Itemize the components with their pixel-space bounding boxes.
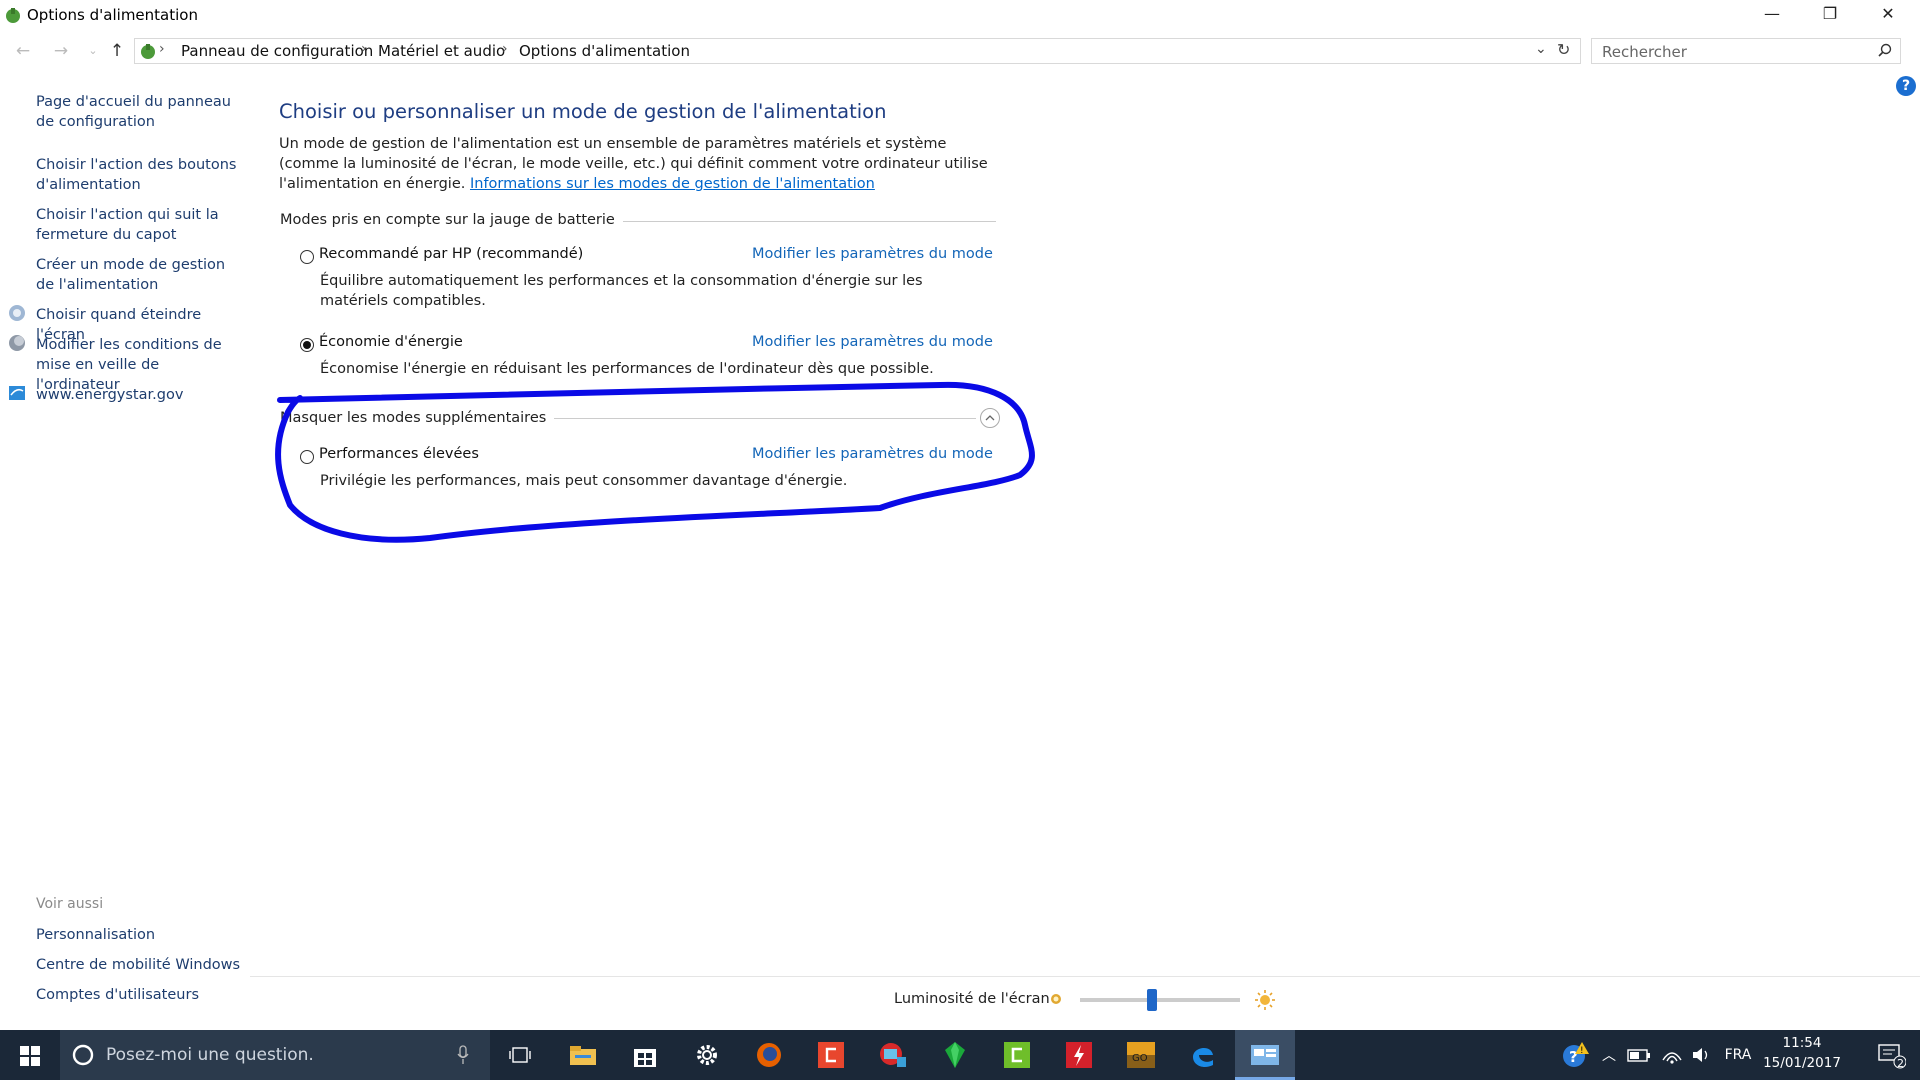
- minimize-button[interactable]: —: [1743, 0, 1801, 30]
- sidebar-link-create-plan[interactable]: Créer un mode de gestion de l'alimentati…: [36, 255, 246, 295]
- flash-icon[interactable]: [1049, 1030, 1109, 1080]
- action-center-icon[interactable]: 2: [1866, 1030, 1916, 1080]
- plan-settings-link-high-performance[interactable]: Modifier les paramètres du mode: [752, 446, 993, 462]
- app-red-icon[interactable]: [801, 1030, 861, 1080]
- brightness-label: Luminosité de l'écran :: [894, 991, 1060, 1007]
- sleep-moon-icon: [9, 335, 25, 351]
- breadcrumb-separator: ›: [361, 41, 367, 57]
- search-icon[interactable]: [1878, 43, 1892, 57]
- help-tray-icon[interactable]: ?!: [1558, 1030, 1592, 1080]
- breadcrumb-separator: ›: [502, 41, 508, 57]
- task-view-icon[interactable]: [490, 1030, 550, 1080]
- breadcrumb-separator: ›: [159, 41, 165, 57]
- plan-desc-power-saver: Économise l'énergie en réduisant les per…: [320, 361, 934, 377]
- power-options-icon: [6, 8, 20, 23]
- cortana-icon: [72, 1044, 94, 1066]
- address-bar[interactable]: › Panneau de configuration › Matériel et…: [134, 38, 1581, 64]
- start-button[interactable]: [0, 1030, 60, 1080]
- see-also-user-accounts[interactable]: Comptes d'utilisateurs: [36, 985, 246, 1005]
- plan-desc-high-performance: Privilégie les performances, mais peut c…: [320, 473, 848, 489]
- cortana-input[interactable]: [104, 1044, 428, 1066]
- clock-date: 15/01/2017: [1763, 1055, 1841, 1071]
- camtasia-icon[interactable]: [987, 1030, 1047, 1080]
- microphone-icon[interactable]: [456, 1045, 470, 1065]
- maximize-button[interactable]: ❐: [1801, 0, 1859, 30]
- page-description: Un mode de gestion de l'alimentation est…: [279, 134, 999, 194]
- firefox-icon[interactable]: [739, 1030, 799, 1080]
- brightness-high-icon: [1255, 990, 1275, 1010]
- plan-settings-link-hp-recommended[interactable]: Modifier les paramètres du mode: [752, 246, 993, 262]
- plan-settings-link-power-saver[interactable]: Modifier les paramètres du mode: [752, 334, 993, 350]
- window-title: Options d'alimentation: [27, 6, 198, 24]
- title-bar: Options d'alimentation — ❐ ✕: [0, 0, 1920, 30]
- see-also-personalization[interactable]: Personnalisation: [36, 925, 246, 945]
- breadcrumb-control-panel[interactable]: Panneau de configuration: [181, 42, 373, 60]
- plan-radio-power-saver[interactable]: [300, 338, 314, 352]
- close-button[interactable]: ✕: [1859, 0, 1917, 30]
- search-input[interactable]: [1600, 42, 1864, 62]
- see-also-heading: Voir aussi: [36, 896, 104, 912]
- section-battery-plans: Modes pris en compte sur la jauge de bat…: [280, 212, 623, 228]
- svg-text:?: ?: [1569, 1048, 1578, 1066]
- svg-text:!: !: [1580, 1046, 1584, 1056]
- brightness-slider-track[interactable]: [1080, 998, 1240, 1002]
- settings-icon[interactable]: [677, 1030, 737, 1080]
- help-icon[interactable]: ?: [1896, 76, 1916, 96]
- notification-count: 2: [1897, 1057, 1904, 1070]
- power-options-icon: [141, 44, 155, 59]
- plan-name-power-saver[interactable]: Économie d'énergie: [319, 334, 463, 350]
- control-panel-icon[interactable]: [1235, 1030, 1295, 1080]
- plan-radio-high-performance[interactable]: [300, 450, 314, 464]
- sidebar-link-lid-close[interactable]: Choisir l'action qui suit la fermeture d…: [36, 205, 246, 245]
- footer-divider: [250, 976, 1920, 977]
- up-arrow-icon[interactable]: ↑: [106, 40, 128, 62]
- plan-desc-hp-recommended: Équilibre automatiquement les performanc…: [320, 273, 923, 309]
- gem-app-icon[interactable]: [925, 1030, 985, 1080]
- energystar-icon: [9, 386, 25, 400]
- battery-icon[interactable]: [1624, 1030, 1654, 1080]
- svg-text:GO: GO: [1132, 1053, 1148, 1064]
- power-plan-info-link[interactable]: Informations sur les modes de gestion de…: [470, 176, 875, 192]
- search-box[interactable]: [1591, 38, 1901, 64]
- address-dropdown-icon[interactable]: ⌄: [1535, 41, 1547, 57]
- wifi-icon[interactable]: [1657, 1030, 1687, 1080]
- csgo-icon[interactable]: GO: [1111, 1030, 1171, 1080]
- back-arrow-icon[interactable]: ←: [12, 40, 34, 62]
- refresh-icon[interactable]: ↻: [1557, 40, 1570, 59]
- file-explorer-icon[interactable]: [553, 1030, 613, 1080]
- see-also-mobility-center[interactable]: Centre de mobilité Windows: [36, 955, 246, 975]
- brightness-slider-thumb[interactable]: [1147, 989, 1157, 1011]
- section-hide-extra-plans[interactable]: Masquer les modes supplémentaires: [280, 410, 555, 426]
- breadcrumb-power-options[interactable]: Options d'alimentation: [519, 42, 690, 60]
- breadcrumb-hardware-sound[interactable]: Matériel et audio: [378, 42, 505, 60]
- plan-radio-hp-recommended[interactable]: [300, 250, 314, 264]
- camera-app-icon[interactable]: [863, 1030, 923, 1080]
- recent-locations-icon[interactable]: ⌄: [82, 40, 104, 62]
- edge-icon[interactable]: [1173, 1030, 1233, 1080]
- sidebar-link-power-buttons[interactable]: Choisir l'action des boutons d'alimentat…: [36, 155, 246, 195]
- sidebar-link-energystar[interactable]: www.energystar.gov: [36, 385, 246, 405]
- page-title: Choisir ou personnaliser un mode de gest…: [279, 100, 887, 123]
- clock-time: 11:54: [1782, 1035, 1822, 1051]
- plan-name-high-performance[interactable]: Performances élevées: [319, 446, 479, 462]
- volume-icon[interactable]: [1688, 1030, 1716, 1080]
- collapse-chevron-icon[interactable]: [980, 408, 1000, 428]
- show-hidden-icons-icon[interactable]: ︿: [1598, 1030, 1620, 1080]
- clock[interactable]: 11:54 15/01/2017: [1762, 1033, 1842, 1073]
- forward-arrow-icon[interactable]: →: [50, 40, 72, 62]
- store-icon[interactable]: [615, 1030, 675, 1080]
- input-language[interactable]: FRA: [1718, 1030, 1758, 1080]
- monitor-sleep-icon: [9, 305, 25, 321]
- sidebar-link-control-panel-home[interactable]: Page d'accueil du panneau de configurati…: [36, 92, 246, 132]
- brightness-low-icon: [1051, 994, 1061, 1004]
- cortana-search-box[interactable]: [60, 1030, 490, 1080]
- plan-name-hp-recommended[interactable]: Recommandé par HP (recommandé): [319, 246, 583, 262]
- windows-logo-icon: [20, 1046, 40, 1066]
